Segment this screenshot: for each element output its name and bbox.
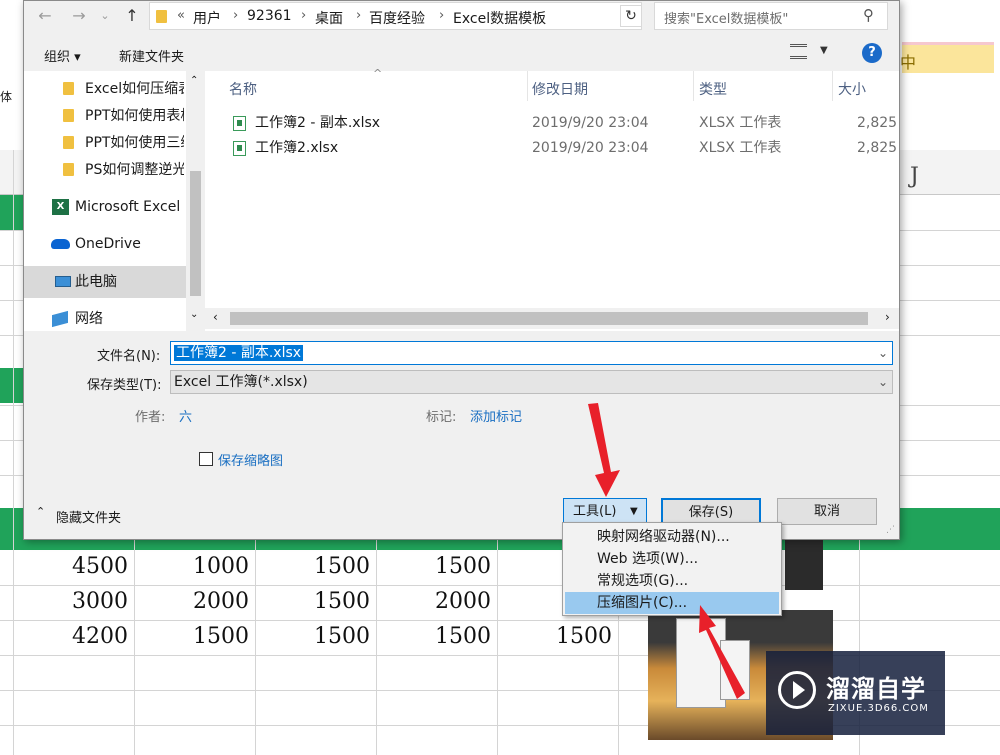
cell[interactable]: 1500: [497, 620, 618, 654]
scroll-right-icon: ›: [885, 310, 890, 324]
tags-label: 标记:: [426, 410, 457, 425]
scroll-down-icon: ⌄: [190, 309, 199, 320]
cancel-button[interactable]: 取消: [777, 498, 877, 525]
author-value[interactable]: 六: [179, 406, 192, 425]
filetype-label: 保存类型(T):: [87, 378, 162, 393]
cell[interactable]: 4500: [13, 550, 134, 584]
help-icon[interactable]: ?: [862, 43, 882, 63]
back-icon[interactable]: ←: [34, 5, 56, 27]
cell[interactable]: 1500: [376, 620, 497, 654]
filename-label: 文件名(N):: [97, 349, 161, 364]
file-list: ^ 名称 修改日期 类型 大小 工作簿2 - 副本.xlsx 2019/9/20…: [205, 67, 899, 331]
watermark: 溜溜自学 ZIXUE.3D66.COM: [766, 651, 945, 735]
watermark-title: 溜溜自学: [826, 675, 926, 703]
sort-indicator-icon: ^: [373, 67, 383, 80]
column-header-size[interactable]: 大小: [838, 79, 866, 99]
horizontal-scrollbar[interactable]: ‹ ›: [205, 308, 899, 329]
cell[interactable]: 3000: [13, 585, 134, 619]
address-bar[interactable]: « 用户 › 92361 › 桌面 › 百度经验 › Excel数据模板 ⌄: [149, 2, 642, 30]
navigation-pane: Excel如何压缩表 PPT如何使用表格 PPT如何使用三维 PS如何调整逆光 …: [24, 71, 205, 331]
recent-dropdown-icon[interactable]: ⌄: [94, 5, 116, 27]
save-button[interactable]: 保存(S): [661, 498, 761, 525]
author-label: 作者:: [135, 410, 166, 425]
breadcrumb-desktop[interactable]: 桌面: [315, 8, 343, 28]
menu-item-web-options[interactable]: Web 选项(W)...: [565, 548, 779, 570]
chevron-down-icon[interactable]: ⌄: [878, 342, 888, 364]
organize-button[interactable]: 组织 ▾: [44, 46, 81, 65]
watermark-url: ZIXUE.3D66.COM: [828, 703, 929, 714]
view-icon[interactable]: [790, 44, 807, 59]
breadcrumb-users[interactable]: 用户: [193, 8, 221, 28]
nav-onedrive[interactable]: OneDrive: [24, 228, 184, 260]
xlsx-file-icon: [233, 141, 246, 156]
tags-value[interactable]: 添加标记: [470, 406, 522, 425]
menu-item-map-drive[interactable]: 映射网络驱动器(N)...: [565, 526, 779, 548]
menu-item-general-options[interactable]: 常规选项(G)...: [565, 570, 779, 592]
computer-icon: [55, 276, 71, 287]
cell[interactable]: 2000: [134, 585, 255, 619]
file-row[interactable]: 工作簿2 - 副本.xlsx 2019/9/20 23:04 XLSX 工作表 …: [205, 111, 899, 136]
scroll-left-icon: ‹: [213, 310, 218, 324]
column-header-type[interactable]: 类型: [699, 79, 727, 99]
cell[interactable]: 4200: [13, 620, 134, 654]
column-j-header: J: [910, 164, 919, 189]
refresh-icon[interactable]: ↻: [620, 5, 642, 27]
embedded-image[interactable]: [785, 540, 823, 590]
save-form: 文件名(N): 工作簿2 - 副本.xlsx ⌄ 保存类型(T): Excel …: [24, 331, 899, 539]
cell[interactable]: 1500: [134, 620, 255, 654]
thumbnail-label: 保存缩略图: [218, 454, 284, 469]
breadcrumb-current[interactable]: Excel数据模板: [453, 8, 546, 28]
nav-folder-ps[interactable]: PS如何调整逆光: [24, 154, 184, 186]
search-input[interactable]: 搜索"Excel数据模板" ⚲: [654, 2, 888, 30]
up-icon[interactable]: ↑: [121, 5, 143, 27]
scroll-thumb: [230, 312, 868, 325]
file-row[interactable]: 工作簿2.xlsx 2019/9/20 23:04 XLSX 工作表 2,825: [205, 136, 899, 161]
excel-icon: X: [52, 199, 69, 215]
tools-button[interactable]: 工具(L) ▼: [563, 498, 647, 525]
network-icon: [52, 310, 68, 328]
cell[interactable]: 1500: [255, 620, 376, 654]
breadcrumb-user[interactable]: 92361: [247, 8, 292, 24]
chevron-down-icon[interactable]: ⌄: [878, 371, 888, 393]
search-icon[interactable]: ⚲: [863, 6, 874, 24]
yellow-cell: 中: [900, 45, 994, 73]
cell[interactable]: 1500: [255, 585, 376, 619]
scroll-up-icon: ⌃: [190, 75, 199, 86]
forward-icon[interactable]: →: [68, 5, 90, 27]
thumbnail-checkbox[interactable]: [199, 452, 213, 466]
command-bar: 组织 ▾ 新建文件夹 ▼ ?: [24, 39, 899, 71]
column-header-name[interactable]: 名称: [229, 79, 257, 99]
cell[interactable]: 1000: [134, 550, 255, 584]
hide-folders-button[interactable]: 隐藏文件夹: [56, 507, 121, 526]
new-folder-button[interactable]: 新建文件夹: [119, 46, 184, 65]
dropdown-arrow-icon: ▼: [630, 506, 638, 517]
scroll-thumb: [190, 171, 201, 296]
cell[interactable]: 1500: [255, 550, 376, 584]
view-dropdown-icon[interactable]: ▼: [820, 45, 828, 56]
folder-icon: [156, 10, 167, 23]
breadcrumb-baidu[interactable]: 百度经验: [369, 8, 425, 28]
filetype-select[interactable]: Excel 工作簿(*.xlsx) ⌄: [170, 370, 893, 394]
filename-input[interactable]: 工作簿2 - 副本.xlsx ⌄: [170, 341, 893, 365]
nav-this-pc[interactable]: 此电脑: [24, 266, 186, 298]
menu-item-compress-pictures[interactable]: 压缩图片(C)...: [565, 592, 779, 614]
resize-grip-icon[interactable]: ⋰: [886, 525, 895, 535]
tools-menu: 映射网络驱动器(N)... Web 选项(W)... 常规选项(G)... 压缩…: [562, 522, 782, 616]
cloud-icon: [51, 239, 70, 249]
save-as-dialog: ← → ⌄ ↑ « 用户 › 92361 › 桌面 › 百度经验 › Excel…: [23, 0, 900, 540]
cell[interactable]: 2000: [376, 585, 497, 619]
cell[interactable]: 1500: [376, 550, 497, 584]
xlsx-file-icon: [233, 116, 246, 131]
nav-scrollbar[interactable]: ⌃ ⌄: [186, 71, 205, 331]
nav-microsoft-excel[interactable]: X Microsoft Excel: [24, 191, 184, 223]
column-header-date[interactable]: 修改日期: [532, 79, 588, 99]
chevron-up-icon[interactable]: ⌃: [36, 505, 45, 518]
